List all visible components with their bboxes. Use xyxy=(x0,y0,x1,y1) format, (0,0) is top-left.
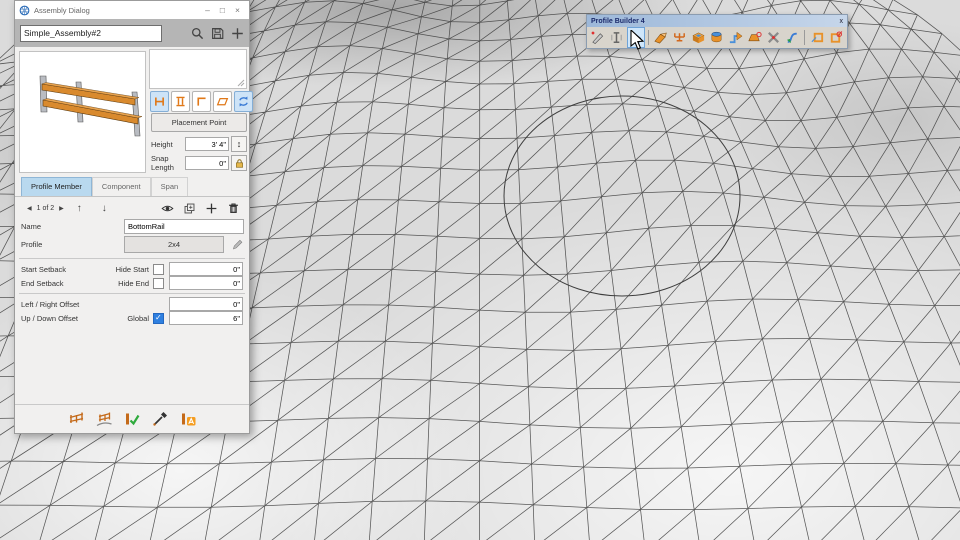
end-setback-label: End Setback xyxy=(21,279,118,288)
tab-span[interactable]: Span xyxy=(151,177,189,196)
snap-length-label: Snap Length xyxy=(151,154,185,172)
profile-label: Profile xyxy=(21,240,124,249)
duplicate-member-icon[interactable] xyxy=(183,202,196,215)
close-button[interactable]: × xyxy=(230,5,245,15)
assembly-name-input[interactable] xyxy=(20,25,162,42)
profile-circle-icon[interactable] xyxy=(827,27,845,48)
revolve-icon[interactable] xyxy=(708,27,726,48)
member-name-label: Name xyxy=(21,222,124,231)
move-down-icon[interactable]: ↓ xyxy=(92,203,117,214)
edit-profile-icon[interactable] xyxy=(608,27,626,48)
chisel-icon[interactable] xyxy=(651,27,669,48)
delete-member-icon[interactable] xyxy=(227,202,240,215)
assembly-preview xyxy=(19,51,146,173)
tab-component[interactable]: Component xyxy=(92,177,151,196)
save-icon[interactable] xyxy=(211,27,224,40)
add-member-icon[interactable] xyxy=(205,202,218,215)
left-right-offset-input[interactable] xyxy=(169,297,243,311)
follow-path-icon[interactable] xyxy=(727,27,745,48)
pager-text: 1 of 2 xyxy=(35,205,57,212)
assembly-option-buttons xyxy=(150,91,253,112)
smart-path-icon[interactable] xyxy=(783,27,801,48)
dialog-title: Assembly Dialog xyxy=(34,6,200,15)
up-down-offset-input[interactable] xyxy=(169,311,243,325)
toolbar-close-icon[interactable]: x xyxy=(840,18,844,25)
corner-icon[interactable] xyxy=(192,91,211,112)
assembly-dialog: Assembly Dialog – □ × Placement Point xyxy=(14,0,250,434)
divider xyxy=(19,258,245,259)
end-setback-row: End Setback Hide End xyxy=(21,276,243,290)
move-up-icon[interactable]: ↑ xyxy=(67,203,92,214)
trim-icon[interactable] xyxy=(765,27,783,48)
up-down-offset-label: Up / Down Offset xyxy=(21,314,127,323)
dialog-titlebar[interactable]: Assembly Dialog – □ × xyxy=(15,1,249,20)
snap-length-row: Snap Length xyxy=(151,155,247,171)
height-label: Height xyxy=(151,140,185,149)
up-down-offset-row: Up / Down Offset Global xyxy=(21,311,243,325)
apply-changes-icon[interactable] xyxy=(123,410,141,428)
profile-select-button[interactable]: 2x4 xyxy=(124,236,224,253)
left-right-offset-label: Left / Right Offset xyxy=(21,300,169,309)
auto-refresh-icon[interactable] xyxy=(234,91,253,112)
height-row: Height ↕ xyxy=(151,136,247,152)
auto-update-icon[interactable] xyxy=(179,410,197,428)
profile-row: Profile 2x4 xyxy=(21,236,244,252)
snap-lock-icon[interactable] xyxy=(231,155,247,171)
skew-icon[interactable] xyxy=(213,91,232,112)
height-input[interactable] xyxy=(185,137,229,151)
toolbar-title: Profile Builder 4 xyxy=(591,18,840,25)
member-name-row: Name xyxy=(21,218,244,234)
draw-profile-member-icon[interactable] xyxy=(589,27,607,48)
box-extrude-icon[interactable] xyxy=(689,27,707,48)
toolbar-body xyxy=(587,27,847,48)
left-right-offset-row: Left / Right Offset xyxy=(21,297,243,311)
next-member-icon[interactable]: ▶ xyxy=(56,205,67,212)
resize-grip-icon[interactable] xyxy=(237,79,245,87)
assemble-along-path-icon[interactable] xyxy=(95,410,113,428)
dialog-footer-toolbar xyxy=(15,404,249,433)
snap-length-input[interactable] xyxy=(185,156,229,170)
divider xyxy=(19,293,245,294)
tab-profile-member[interactable]: Profile Member xyxy=(21,177,92,196)
start-setback-input[interactable] xyxy=(169,262,243,276)
spacing-icon[interactable] xyxy=(171,91,190,112)
hide-start-label: Hide Start xyxy=(116,265,149,274)
eyedropper-icon[interactable] xyxy=(151,410,169,428)
add-assembly-icon[interactable] xyxy=(231,27,244,40)
hide-end-label: Hide End xyxy=(118,279,149,288)
end-setback-input[interactable] xyxy=(169,276,243,290)
start-setback-label: Start Setback xyxy=(21,265,116,274)
dialog-tabs: Profile Member Component Span xyxy=(15,177,249,197)
search-icon[interactable] xyxy=(191,27,204,40)
start-setback-row: Start Setback Hide Start xyxy=(21,262,243,276)
height-stepper-icon[interactable]: ↕ xyxy=(231,136,247,152)
profile-from-face-icon[interactable] xyxy=(808,27,826,48)
placement-point-button[interactable]: Placement Point xyxy=(151,113,247,132)
fence-preview-image xyxy=(20,52,145,172)
hide-end-checkbox[interactable] xyxy=(153,278,164,289)
quantify-icon[interactable] xyxy=(746,27,764,48)
minimize-button[interactable]: – xyxy=(200,5,215,15)
global-label: Global xyxy=(127,314,149,323)
build-assembly-icon[interactable] xyxy=(67,410,85,428)
profile-builder-toolbar: Profile Builder 4 x xyxy=(586,14,848,49)
member-navigation-row: ◀ 1 of 2 ▶ ↑ ↓ xyxy=(15,200,249,216)
hide-start-checkbox[interactable] xyxy=(153,264,164,275)
stretch-members-icon[interactable] xyxy=(150,91,169,112)
toolbar-titlebar[interactable]: Profile Builder 4 x xyxy=(587,15,847,27)
member-name-input[interactable] xyxy=(124,219,244,234)
maximize-button[interactable]: □ xyxy=(215,5,230,15)
prev-member-icon[interactable]: ◀ xyxy=(24,205,35,212)
mouse-cursor xyxy=(630,30,646,52)
assembly-name-bar xyxy=(15,19,249,47)
build-assembly-icon[interactable] xyxy=(670,27,688,48)
app-icon xyxy=(19,5,30,16)
edit-profile-pencil-icon[interactable] xyxy=(231,238,244,251)
visibility-eye-icon[interactable] xyxy=(161,202,174,215)
toolbar-separator xyxy=(648,30,649,45)
global-checkbox[interactable] xyxy=(153,313,164,324)
assembly-description-box[interactable] xyxy=(149,49,247,89)
toolbar-separator-2 xyxy=(804,30,805,45)
